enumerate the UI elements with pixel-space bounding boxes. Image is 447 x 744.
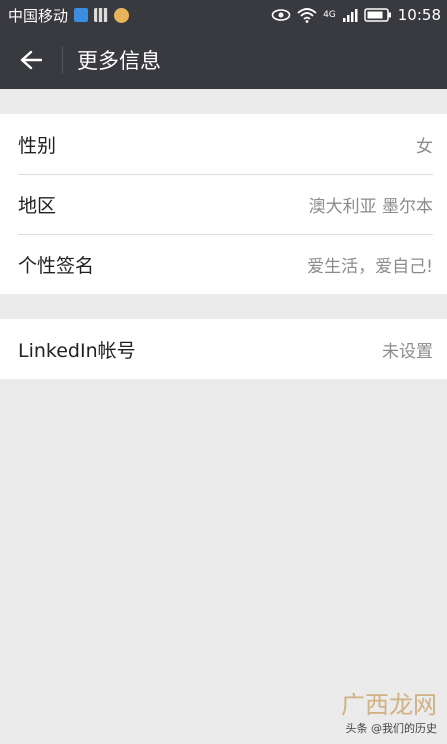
title-bar: 更多信息: [0, 30, 447, 89]
qr-code-icon: [94, 8, 109, 22]
signature-label: 个性签名: [18, 254, 95, 277]
back-arrow-icon: [20, 50, 42, 69]
region-value: 澳大利亚 墨尔本: [308, 196, 433, 217]
notification-app-icon: [74, 8, 89, 22]
linkedin-row[interactable]: LinkedIn帐号 未设置: [0, 319, 447, 379]
watermark: 广西龙网 头条 @我们的历史: [341, 685, 437, 736]
gender-value: 女: [416, 136, 433, 157]
region-row[interactable]: 地区 澳大利亚 墨尔本: [0, 174, 447, 234]
watermark-credit: 头条 @我们的历史: [345, 722, 438, 735]
eye-icon: [271, 9, 291, 21]
linkedin-value: 未设置: [382, 341, 433, 362]
clock: 10:58: [397, 6, 441, 24]
linkedin-label: LinkedIn帐号: [18, 339, 136, 362]
signature-value: 爱生活，爱自己!: [307, 256, 433, 277]
gender-label: 性别: [18, 134, 57, 157]
wifi-icon: [297, 8, 317, 23]
battery-icon: [364, 8, 391, 22]
network-type: 4G: [323, 10, 336, 20]
gender-row[interactable]: 性别 女: [0, 114, 447, 174]
title-divider: [62, 45, 63, 74]
page-title: 更多信息: [77, 48, 161, 73]
linkedin-group: LinkedIn帐号 未设置: [0, 319, 447, 379]
watermark-logo: 广西龙网: [341, 691, 437, 719]
signature-row[interactable]: 个性签名 爱生活，爱自己!: [0, 234, 447, 294]
back-button[interactable]: [0, 30, 62, 89]
browser-app-icon: [114, 7, 130, 23]
status-left: 中国移动: [8, 5, 130, 26]
signal-icon: [342, 9, 358, 22]
profile-info-group: 性别 女 地区 澳大利亚 墨尔本 个性签名 爱生活，爱自己!: [0, 114, 447, 294]
status-bar: 中国移动 4G 10:58: [0, 0, 447, 30]
carrier-label: 中国移动: [8, 6, 69, 25]
status-right: 4G 10:58: [271, 6, 441, 24]
region-label: 地区: [18, 194, 57, 217]
